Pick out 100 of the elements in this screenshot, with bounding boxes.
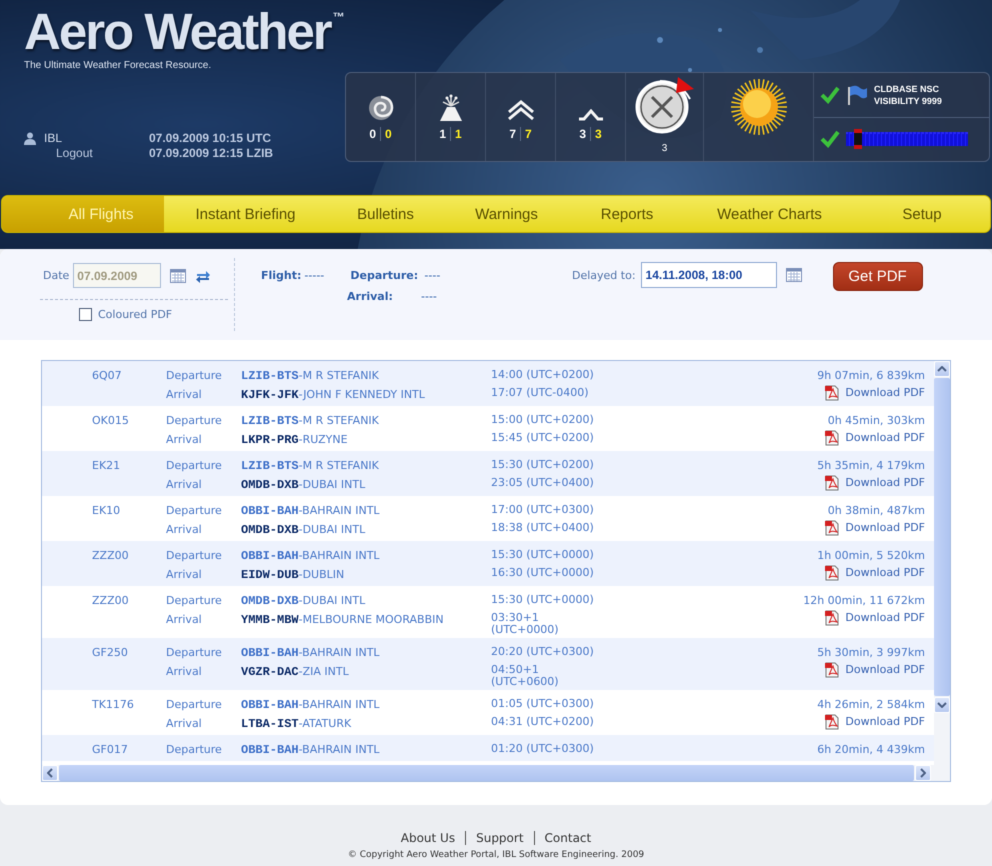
leg-time: 18:38 (UTC+0400)	[491, 520, 595, 534]
leg-time: 15:30 (UTC+0200)	[491, 457, 595, 471]
footer-link[interactable]: Contact	[544, 831, 592, 845]
pdf-icon	[825, 565, 840, 581]
leg-time: 15:00 (UTC+0200)	[491, 412, 595, 426]
logo-text: Aero Weather	[24, 6, 331, 58]
airport-name: YMMB-MBW-MELBOURNE MOORABBIN	[241, 612, 445, 629]
delayed-field[interactable]: 14.11.2008, 18:00	[640, 262, 777, 288]
flight-number: EK21	[92, 459, 120, 472]
leg-type: Departure	[166, 593, 223, 609]
leg-type: Departure	[166, 645, 223, 661]
download-pdf-link[interactable]: Download PDF	[825, 662, 925, 678]
flight-summary: 0h 45min, 303km	[828, 413, 925, 429]
pdf-icon	[825, 610, 840, 626]
leg-time: 20:20 (UTC+0300)	[491, 644, 595, 658]
airport-name: OMDB-DXB-DUBAI INTL	[241, 593, 366, 610]
calendar-icon[interactable]	[170, 268, 186, 282]
new-count: 0	[384, 127, 392, 141]
leg-time: 15:30 (UTC+0000)	[491, 547, 595, 561]
leg-type: Departure	[166, 368, 223, 384]
flight-value: -----	[304, 269, 326, 283]
cyclone-icon	[368, 95, 394, 121]
total-count: 7	[509, 127, 521, 141]
logout-link[interactable]: Logout	[56, 146, 149, 161]
flight-number: TK1176	[92, 698, 134, 711]
pdf-icon	[825, 520, 840, 536]
get-pdf-button[interactable]: Get PDF	[832, 262, 923, 291]
flight-label: Flight:	[261, 269, 302, 283]
nav-tab[interactable]: Weather Charts	[685, 196, 854, 232]
footer-link[interactable]: Support	[476, 831, 524, 845]
footer-link[interactable]: About Us	[400, 831, 456, 845]
flight-number: OK015	[92, 414, 129, 427]
calendar-icon[interactable]	[786, 268, 802, 282]
flight-number: ZZZ00	[92, 549, 129, 562]
user-icon	[24, 132, 36, 145]
departure-label: Departure:	[350, 269, 420, 283]
airport-name: EIDW-DUB-DUBLIN	[241, 567, 346, 584]
scroll-left-icon[interactable]	[47, 768, 53, 778]
download-pdf-link[interactable]: Download PDF	[825, 520, 925, 536]
airport-name: KJFK-JFK-JOHN F KENNEDY INTL	[241, 387, 426, 404]
airport-name: OBBI-BAH-BAHRAIN INTL	[241, 742, 381, 759]
airport-name: OBBI-BAH-BAHRAIN INTL	[241, 503, 381, 520]
airport-name: LZIB-BTS-M R STEFANIK	[241, 413, 380, 430]
user-name: IBL	[44, 131, 64, 146]
leg-type: Arrival	[166, 664, 203, 680]
leg-type: Arrival	[166, 387, 203, 403]
flight-number: GF017	[92, 743, 128, 756]
download-pdf-link[interactable]: Download PDF	[825, 385, 925, 401]
tagline: The Ultimate Weather Forecast Resource.	[24, 60, 212, 71]
leg-time: 15:30 (UTC+0000)	[491, 592, 595, 606]
scroll-up-icon[interactable]	[937, 366, 947, 372]
vertical-scrollbar[interactable]	[934, 361, 950, 765]
new-count: 3	[594, 127, 602, 141]
leg-time: 03:30+1 (UTC+0000)	[491, 610, 560, 636]
nav-tab[interactable]: Reports	[569, 196, 685, 232]
airport-name: VGZR-DAC-ZIA INTL	[241, 664, 350, 681]
leg-type: Departure	[166, 458, 223, 474]
nav-tab[interactable]: Instant Briefing	[164, 196, 327, 232]
airport-name: OBBI-BAH-BAHRAIN INTL	[241, 697, 381, 714]
airport-name: OMDB-DXB-DUBAI INTL	[241, 477, 366, 494]
trademark-sign: ™	[332, 10, 345, 24]
leg-time: 16:30 (UTC+0000)	[491, 565, 595, 579]
airport-name: OBBI-BAH-BAHRAIN INTL	[241, 548, 381, 565]
scroll-right-icon[interactable]	[920, 768, 926, 778]
nav-tab[interactable]: Setup	[854, 196, 990, 232]
date-label: Date	[43, 269, 70, 282]
download-pdf-link[interactable]: Download PDF	[825, 565, 925, 581]
sun-icon	[728, 77, 788, 137]
total-count: 3	[579, 127, 591, 141]
flight-summary: 5h 35min, 4 179km	[817, 458, 925, 474]
status-text: CLDBASE NSC	[874, 82, 940, 95]
scroll-down-icon[interactable]	[937, 702, 947, 708]
checkbox[interactable]	[79, 308, 92, 321]
airport-name: LZIB-BTS-M R STEFANIK	[241, 368, 380, 385]
leg-type: Arrival	[166, 522, 203, 538]
volcano-icon	[438, 94, 464, 121]
status-text: VISIBILITY 9999	[874, 94, 942, 107]
download-pdf-link[interactable]: Download PDF	[825, 475, 925, 491]
horizontal-scrollbar[interactable]	[42, 765, 950, 781]
clock-count: 3	[662, 143, 668, 154]
airport-name: OBBI-BAH-BAHRAIN INTL	[241, 645, 381, 662]
chevron-icon	[578, 109, 604, 121]
nav-tab[interactable]: Bulletins	[327, 196, 444, 232]
total-count: 0	[369, 127, 381, 141]
download-pdf-link[interactable]: Download PDF	[825, 610, 925, 626]
airport-name: LZIB-BTS-M R STEFANIK	[241, 458, 380, 475]
download-pdf-link[interactable]: Download PDF	[825, 430, 925, 446]
flag-icon	[846, 84, 868, 106]
leg-type: Departure	[166, 503, 223, 519]
leg-type: Departure	[166, 413, 223, 429]
copyright-text: © Copyright Aero Weather Portal, IBL Software Engineering. 2009	[348, 850, 644, 860]
flight-summary: 0h 38min, 487km	[828, 503, 925, 519]
flight-summary: 6h 20min, 4 439km	[817, 742, 925, 758]
leg-type: Arrival	[166, 612, 203, 628]
flight-summary: 9h 07min, 6 839km	[817, 368, 925, 384]
pdf-icon	[825, 714, 840, 730]
leg-time: 17:00 (UTC+0300)	[491, 502, 595, 516]
leg-time: 01:05 (UTC+0300)	[491, 696, 595, 710]
download-pdf-link[interactable]: Download PDF	[825, 714, 925, 730]
nav-tab[interactable]: Warnings	[444, 196, 569, 232]
